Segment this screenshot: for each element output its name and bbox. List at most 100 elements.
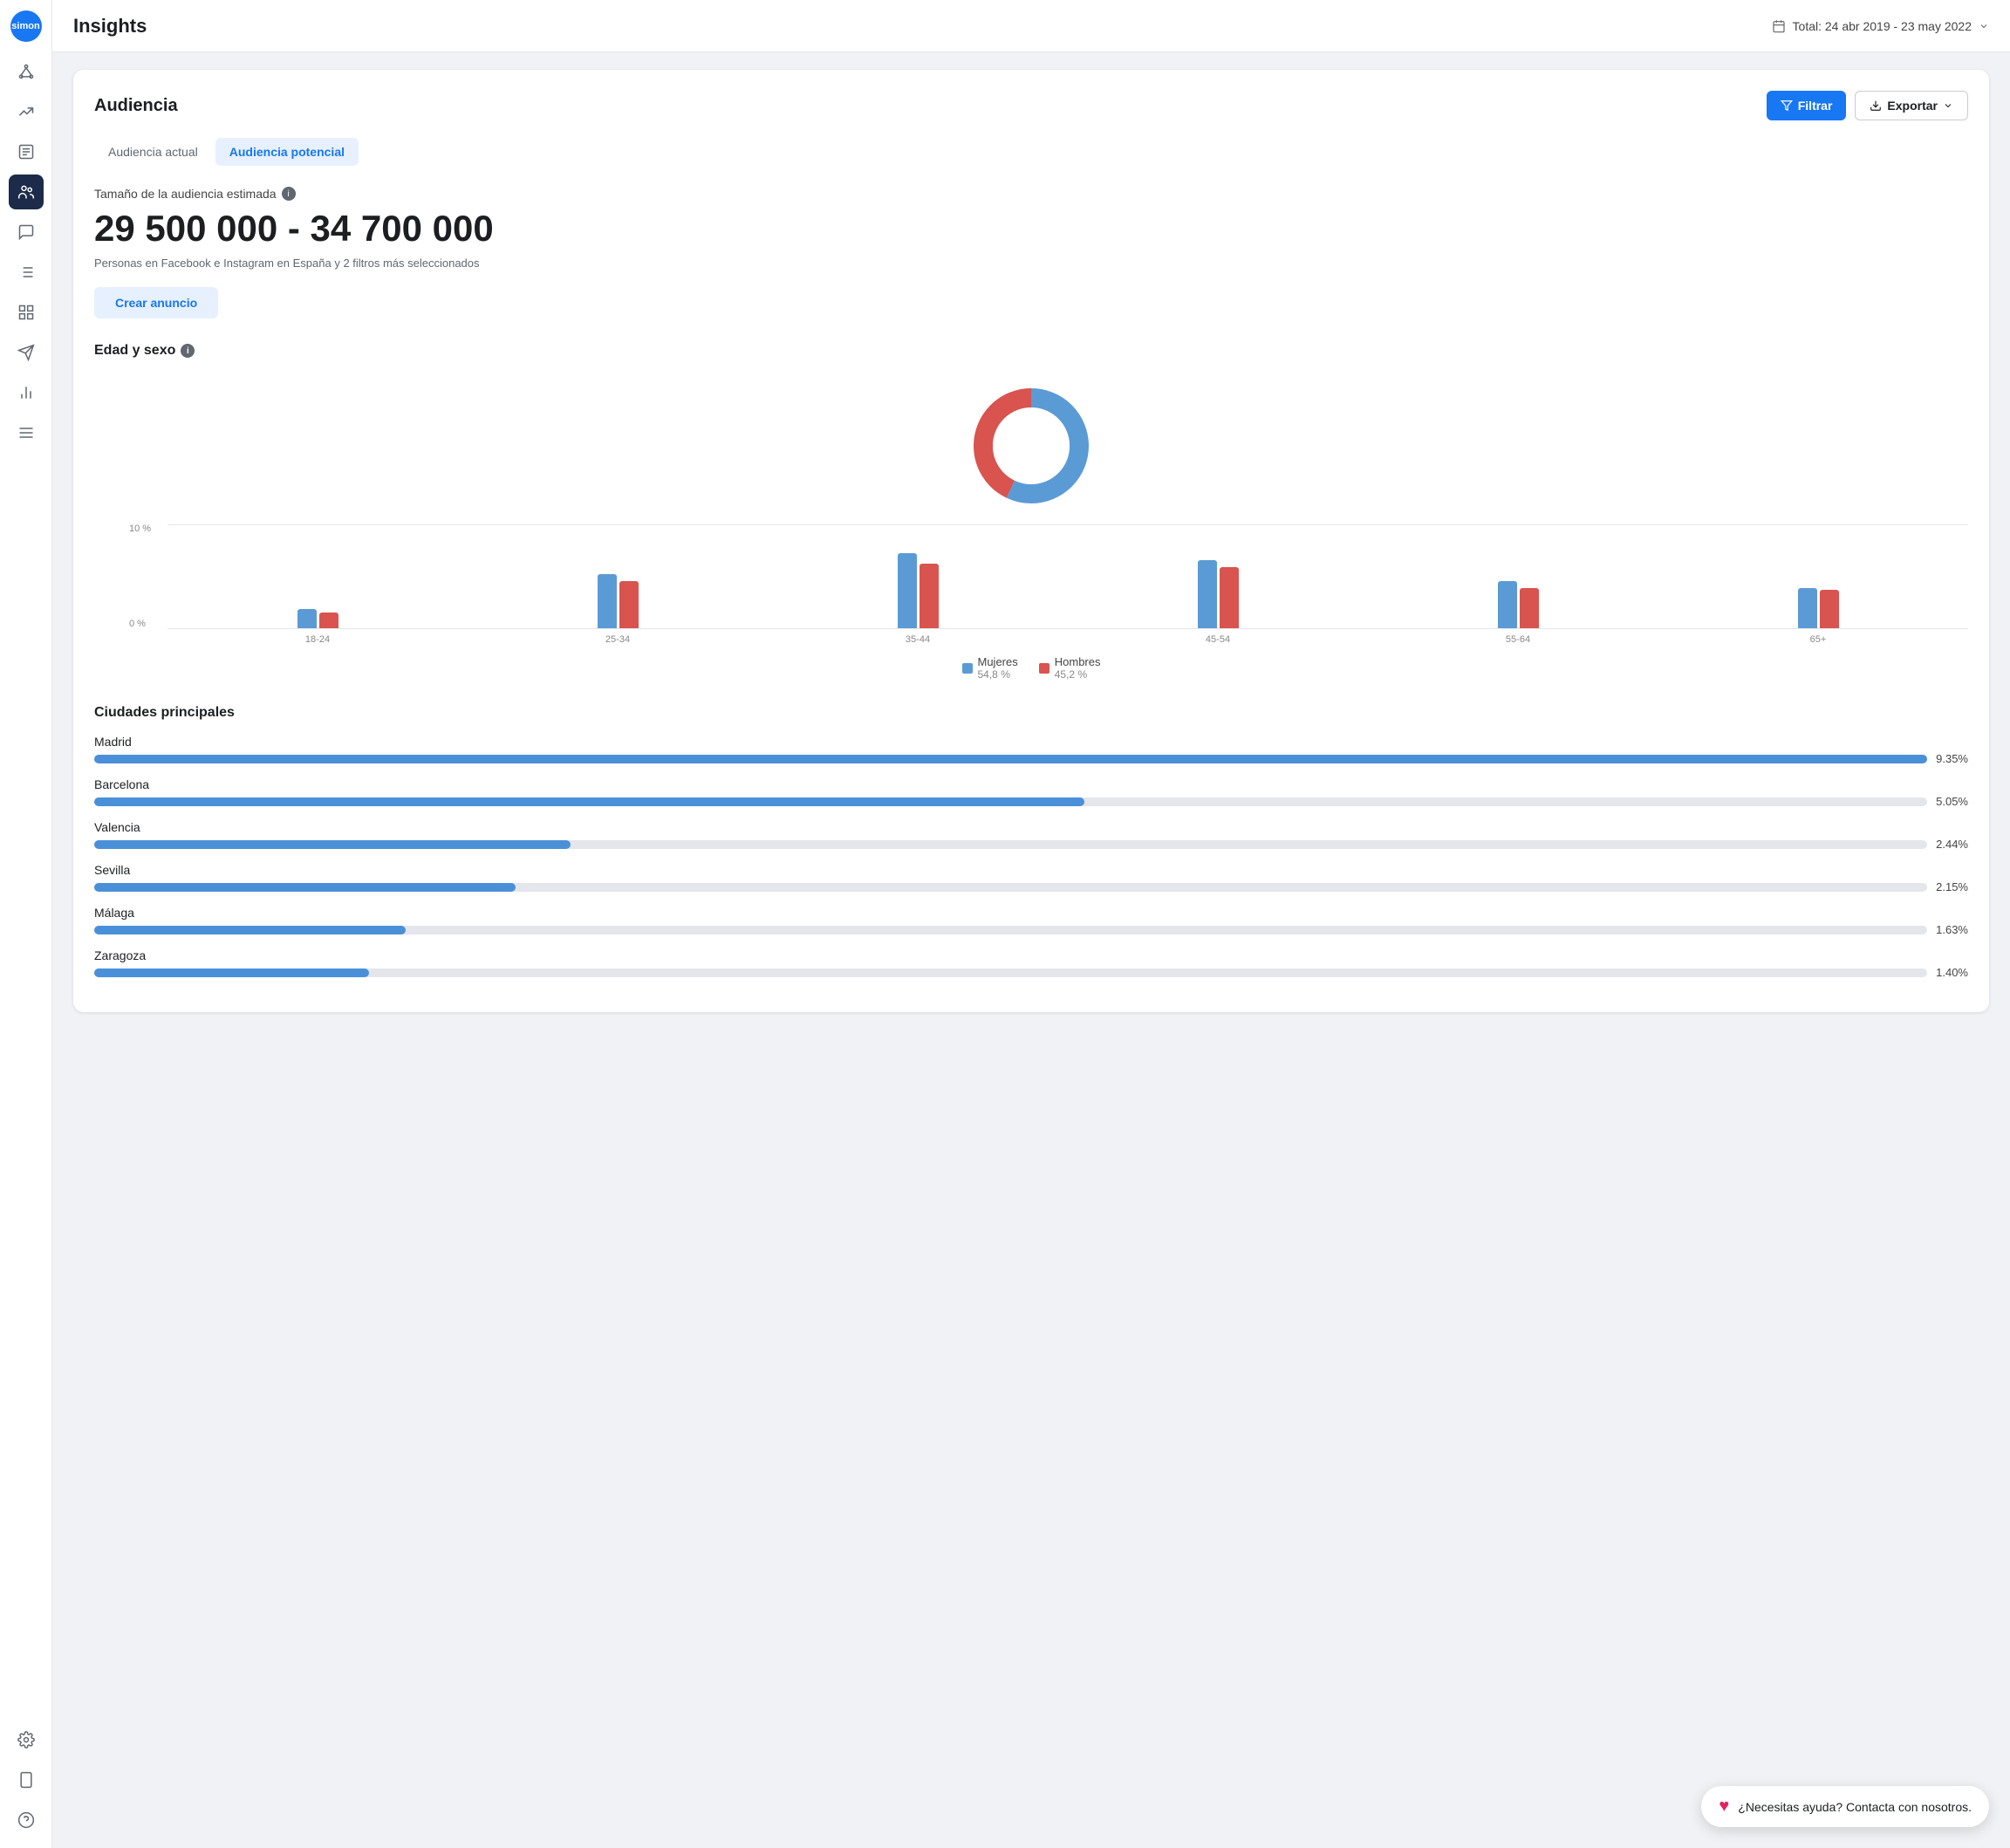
- date-range-selector[interactable]: Total: 24 abr 2019 - 23 may 2022: [1772, 19, 1989, 33]
- chart-legend: Mujeres 54,8 % Hombres 45,2 %: [94, 655, 1968, 681]
- legend-men: Hombres 45,2 %: [1039, 655, 1101, 681]
- bar-group-65plus: [1798, 588, 1839, 628]
- nav-icon-newspaper[interactable]: [9, 134, 44, 169]
- bar-men-45-54: [1220, 567, 1239, 628]
- nav-icon-list[interactable]: [9, 255, 44, 290]
- city-fill-madrid: [94, 755, 1927, 763]
- nav-icon-settings[interactable]: [9, 1722, 44, 1757]
- city-pct-madrid: 9.35%: [1936, 752, 1968, 765]
- help-bubble[interactable]: ♥ ¿Necesitas ayuda? Contacta con nosotro…: [1701, 1786, 1989, 1827]
- content-area: Audiencia Filtrar Exportar Audienc: [52, 52, 2010, 1848]
- bar-women-65plus: [1798, 588, 1817, 628]
- tab-audiencia-actual[interactable]: Audiencia actual: [94, 138, 212, 166]
- city-name-sevilla: Sevilla: [94, 863, 1968, 877]
- city-fill-sevilla: [94, 883, 516, 892]
- x-label-55-64: 55-64: [1496, 634, 1540, 645]
- x-label-25-34: 25-34: [596, 634, 639, 645]
- x-label-18-24: 18-24: [296, 634, 339, 645]
- tab-audiencia-potencial[interactable]: Audiencia potencial: [215, 138, 359, 166]
- legend-men-pct: 45,2 %: [1055, 668, 1101, 681]
- audience-desc: Personas en Facebook e Instagram en Espa…: [94, 257, 1968, 270]
- create-ad-button[interactable]: Crear anuncio: [94, 287, 218, 318]
- legend-women-label: Mujeres: [978, 655, 1018, 668]
- bar-men-25-34: [619, 581, 639, 628]
- bar-group-55-64: [1498, 581, 1539, 628]
- city-name-valencia: Valencia: [94, 820, 1968, 834]
- bar-women-35-44: [898, 553, 917, 628]
- help-text: ¿Necesitas ayuda? Contacta con nosotros.: [1738, 1800, 1972, 1814]
- cities-title: Ciudades principales: [94, 705, 1968, 721]
- nav-icon-megaphone[interactable]: [9, 335, 44, 370]
- city-row-madrid: Madrid 9.35%: [94, 735, 1968, 765]
- bar-men-35-44: [920, 564, 939, 628]
- info-icon: i: [282, 187, 296, 201]
- city-pct-valencia: 2.44%: [1936, 838, 1968, 851]
- bar-men-55-64: [1520, 588, 1539, 628]
- city-bar-valencia: 2.44%: [94, 838, 1968, 851]
- nav-icon-people[interactable]: [9, 175, 44, 209]
- bar-group-35-44: [898, 553, 939, 628]
- donut-chart: [961, 376, 1101, 516]
- city-name-barcelona: Barcelona: [94, 777, 1968, 791]
- y-label-0: 0 %: [129, 619, 151, 629]
- action-buttons: Filtrar Exportar: [1767, 91, 1968, 120]
- city-fill-barcelona: [94, 797, 1084, 806]
- city-row-valencia: Valencia 2.44%: [94, 820, 1968, 851]
- main-wrapper: Insights Total: 24 abr 2019 - 23 may 202…: [52, 0, 2010, 1848]
- city-row-barcelona: Barcelona 5.05%: [94, 777, 1968, 808]
- legend-women-pct: 54,8 %: [978, 668, 1018, 681]
- city-bar-zaragoza: 1.40%: [94, 966, 1968, 979]
- bar-men-18-24: [319, 613, 338, 628]
- city-bar-sevilla: 2.15%: [94, 880, 1968, 893]
- city-name-malaga: Málaga: [94, 906, 1968, 920]
- city-bar-madrid: 9.35%: [94, 752, 1968, 765]
- audience-tabs: Audiencia actual Audiencia potencial: [94, 138, 1968, 166]
- city-pct-zaragoza: 1.40%: [1936, 966, 1968, 979]
- age-sex-title: Edad y sexo i: [94, 343, 1968, 359]
- top-header: Insights Total: 24 abr 2019 - 23 may 202…: [52, 0, 2010, 52]
- nav-icon-menu[interactable]: [9, 415, 44, 450]
- donut-chart-container: [94, 376, 1968, 516]
- filter-button[interactable]: Filtrar: [1767, 91, 1847, 120]
- city-fill-valencia: [94, 840, 571, 849]
- nav-icon-device[interactable]: [9, 1762, 44, 1797]
- legend-women: Mujeres 54,8 %: [962, 655, 1018, 681]
- cities-section: Ciudades principales Madrid 9.35% Barcel…: [94, 705, 1968, 979]
- nav-icon-help[interactable]: [9, 1803, 44, 1838]
- x-label-45-54: 45-54: [1196, 634, 1240, 645]
- city-pct-sevilla: 2.15%: [1936, 880, 1968, 893]
- city-pct-malaga: 1.63%: [1936, 923, 1968, 936]
- bar-group-25-34: [598, 574, 639, 628]
- bar-group-45-54: [1198, 560, 1239, 628]
- legend-men-dot: [1039, 663, 1049, 674]
- export-button[interactable]: Exportar: [1855, 91, 1968, 120]
- city-pct-barcelona: 5.05%: [1936, 795, 1968, 808]
- user-avatar[interactable]: simon: [10, 10, 42, 42]
- help-heart-icon: ♥: [1719, 1797, 1729, 1817]
- size-label: Tamaño de la audiencia estimada i: [94, 187, 1968, 201]
- city-name-zaragoza: Zaragoza: [94, 948, 1968, 962]
- x-label-35-44: 35-44: [896, 634, 940, 645]
- city-name-madrid: Madrid: [94, 735, 1968, 749]
- nav-icon-network[interactable]: [9, 54, 44, 89]
- page-title: Insights: [73, 15, 147, 38]
- city-row-sevilla: Sevilla 2.15%: [94, 863, 1968, 893]
- nav-icon-bar-chart[interactable]: [9, 375, 44, 410]
- x-label-65plus: 65+: [1796, 634, 1840, 645]
- city-row-malaga: Málaga 1.63%: [94, 906, 1968, 936]
- nav-icon-chart-line[interactable]: [9, 94, 44, 129]
- city-row-zaragoza: Zaragoza 1.40%: [94, 948, 1968, 979]
- nav-icon-chat[interactable]: [9, 215, 44, 250]
- date-range-text: Total: 24 abr 2019 - 23 may 2022: [1793, 19, 1972, 33]
- card-header: Audiencia Filtrar Exportar: [94, 91, 1968, 120]
- audience-card: Audiencia Filtrar Exportar Audienc: [73, 70, 1989, 1012]
- y-label-10: 10 %: [129, 524, 151, 534]
- city-fill-zaragoza: [94, 968, 369, 977]
- bar-men-65plus: [1820, 590, 1839, 628]
- bar-women-18-24: [297, 609, 317, 628]
- audience-size-value: 29 500 000 - 34 700 000: [94, 208, 1968, 250]
- bar-women-55-64: [1498, 581, 1517, 628]
- card-title: Audiencia: [94, 96, 178, 116]
- nav-icon-grid[interactable]: [9, 295, 44, 330]
- bar-women-25-34: [598, 574, 617, 628]
